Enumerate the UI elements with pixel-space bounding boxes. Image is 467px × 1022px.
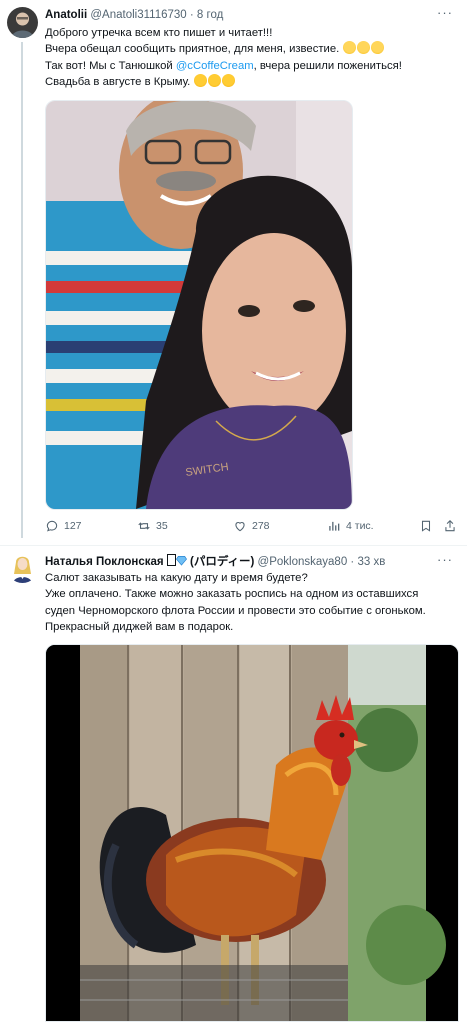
- more-options-button[interactable]: ···: [437, 552, 453, 567]
- rooster-video-frame: [46, 645, 458, 1021]
- separator: ·: [189, 9, 194, 21]
- bookmark-icon: [421, 520, 431, 532]
- repost-button[interactable]: 35: [137, 519, 168, 533]
- author-handle[interactable]: @Anatoli31116730: [90, 9, 186, 21]
- heart-icon: [235, 522, 245, 532]
- text-line: Салют заказывать на какую дату и время б…: [45, 572, 308, 584]
- repost-count: 35: [156, 520, 168, 532]
- tweet-text: Доброго утречка всем кто пишет и читает!…: [45, 25, 455, 91]
- like-count: 278: [252, 520, 270, 532]
- reply-count: 127: [64, 520, 82, 532]
- tweet-text: Салют заказывать на какую дату и время б…: [45, 570, 461, 636]
- tweet-header: Наталья Поклонская (パロディー) @Poklonskaya8…: [45, 554, 385, 570]
- author-name[interactable]: Наталья Поклонская: [45, 556, 164, 568]
- smiling-face-icon: [343, 41, 357, 55]
- diamond-icon: [175, 556, 187, 566]
- tweet-poklonskaya[interactable]: Наталья Поклонская (パロディー) @Poklonskaya8…: [0, 546, 467, 1022]
- separator: ·: [350, 556, 355, 568]
- timestamp[interactable]: 33 хв: [357, 556, 385, 568]
- text-line: Прекрасный диджей вам в подарок.: [45, 621, 234, 634]
- views-count: 4 тис.: [346, 520, 374, 532]
- heart-eyes-icon: [194, 74, 208, 88]
- text-line: Уже оплачено. Также можно заказать роспи…: [45, 588, 419, 601]
- action-bar: 127 35 278 4 тис.: [45, 519, 459, 535]
- tweet-anatolii[interactable]: Anatolii @Anatoli31116730 · 8 год ··· До…: [0, 0, 467, 545]
- tweet-photo[interactable]: SWITCH: [45, 100, 353, 510]
- reply-icon: [46, 520, 58, 532]
- name-suffix: (パロディー): [189, 556, 255, 568]
- text-line: Так вот! Мы с Танюшкой @cCoffeCream, вче…: [45, 59, 402, 72]
- views-button[interactable]: 4 тис.: [327, 519, 374, 533]
- more-options-button[interactable]: ···: [437, 5, 453, 20]
- reply-button[interactable]: 127: [45, 519, 82, 533]
- smiling-face-icon: [371, 41, 385, 55]
- author-handle[interactable]: @Poklonskaya80: [258, 556, 348, 568]
- selfie-photo: SWITCH: [46, 101, 352, 509]
- bookmark-button[interactable]: [419, 519, 433, 533]
- heart-eyes-icon: [208, 74, 222, 88]
- text-line: судеn Черноморского флота России и прове…: [45, 604, 426, 617]
- heart-eyes-icon: [222, 74, 236, 88]
- author-name[interactable]: Anatolii: [45, 9, 87, 21]
- repost-icon: [138, 522, 150, 530]
- text-line: Свадьба в августе в Крыму.: [45, 74, 455, 90]
- share-button[interactable]: [443, 519, 457, 533]
- avatar[interactable]: [7, 552, 38, 583]
- placeholder-glyph: [166, 554, 176, 566]
- thread-line: [21, 42, 23, 538]
- timestamp[interactable]: 8 год: [197, 9, 223, 21]
- smiling-face-icon: [357, 41, 371, 55]
- mention-link[interactable]: @cCoffeCream: [176, 60, 254, 72]
- views-icon: [329, 521, 340, 531]
- share-icon: [445, 520, 455, 532]
- tweet-header: Anatolii @Anatoli31116730 · 8 год: [45, 8, 223, 23]
- like-button[interactable]: 278: [233, 519, 270, 533]
- text-line: Вчера обещал сообщить приятное, для меня…: [45, 41, 455, 57]
- text-line: Доброго утречка всем кто пишет и читает!…: [45, 27, 273, 39]
- tweet-video[interactable]: [45, 644, 459, 1022]
- avatar[interactable]: [7, 7, 38, 38]
